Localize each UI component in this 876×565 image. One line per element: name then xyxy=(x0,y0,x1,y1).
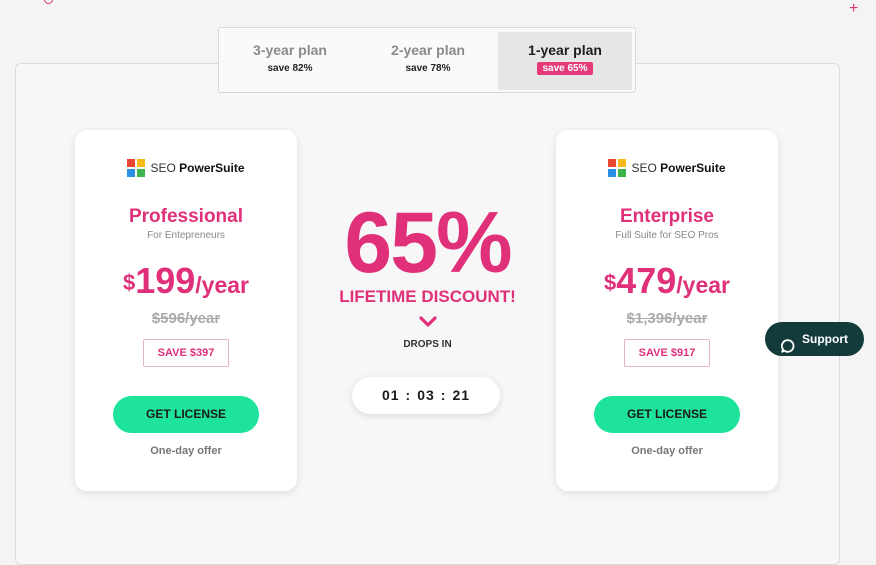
plan-name: Professional xyxy=(128,206,244,227)
tab-1-year-plan[interactable]: 1-year plan save 65% xyxy=(498,32,632,90)
tab-savings: save 78% xyxy=(405,63,451,74)
tab-label: 2-year plan xyxy=(391,42,465,58)
discount-block: 65% LIFETIME DISCOUNT! DROPS IN xyxy=(330,195,525,350)
pricing-card-enterprise: SEO PowerSuite Enterprise Full Suite for… xyxy=(556,130,778,491)
offer-note: One-day offer xyxy=(631,445,703,457)
old-price: $596/year xyxy=(151,310,221,327)
discount-percent: 65% xyxy=(344,195,512,291)
savings-badge: SAVE $917 xyxy=(624,339,710,367)
price: $199/year xyxy=(75,260,297,302)
price-amount: 479 xyxy=(616,260,677,301)
brand-prefix: SEO xyxy=(150,161,180,175)
timer-separator: : xyxy=(440,387,447,403)
pricing-card-professional: SEO PowerSuite Professional For Entepren… xyxy=(75,130,297,491)
brand-logo: SEO PowerSuite xyxy=(75,159,297,179)
savings-badge: SAVE $397 xyxy=(143,339,229,367)
brand-name: PowerSuite xyxy=(179,161,245,175)
timer-minutes: 03 xyxy=(417,387,435,403)
decorative-plus-icon: + xyxy=(849,0,859,17)
old-price: $1,396/year xyxy=(626,310,708,327)
price-currency: $ xyxy=(122,270,136,295)
powersuite-logo-icon xyxy=(127,159,146,177)
tab-savings: save 82% xyxy=(267,63,313,74)
tab-savings-badge: save 65% xyxy=(537,62,593,75)
timer-separator: : xyxy=(405,387,412,403)
price-currency: $ xyxy=(603,270,617,295)
decorative-ring xyxy=(44,0,53,4)
get-license-button[interactable]: GET LICENSE xyxy=(113,396,259,433)
brand-logo: SEO PowerSuite xyxy=(556,159,778,179)
price-period: /year xyxy=(676,272,731,298)
brand-name: PowerSuite xyxy=(660,161,726,175)
get-license-button[interactable]: GET LICENSE xyxy=(594,396,740,433)
support-label: Support xyxy=(802,332,848,346)
offer-note: One-day offer xyxy=(150,445,222,457)
tab-label: 1-year plan xyxy=(528,42,602,58)
support-chat-button[interactable]: Support xyxy=(765,322,864,356)
powersuite-logo-icon xyxy=(608,159,627,177)
price-period: /year xyxy=(195,272,250,298)
timer-hours: 01 xyxy=(381,387,400,403)
price-amount: 199 xyxy=(135,260,196,301)
brand-prefix: SEO xyxy=(631,161,661,175)
countdown-timer: 01:03:21 xyxy=(352,377,500,414)
tab-label: 3-year plan xyxy=(253,42,327,58)
price: $479/year xyxy=(556,260,778,302)
plan-subtitle: Full Suite for SEO Pros xyxy=(615,230,719,241)
plan-subtitle: For Entepreneurs xyxy=(147,230,225,241)
chevron-down-icon xyxy=(330,315,525,331)
chat-bubble-icon xyxy=(781,332,795,353)
drops-in-label: DROPS IN xyxy=(403,339,452,350)
plan-name: Enterprise xyxy=(620,206,714,227)
tab-2-year-plan[interactable]: 2-year plan save 78% xyxy=(361,32,495,90)
plan-switcher: 3-year plan save 82% 2-year plan save 78… xyxy=(218,27,636,93)
timer-seconds: 21 xyxy=(452,387,471,403)
discount-label: LIFETIME DISCOUNT! xyxy=(339,287,516,306)
tab-3-year-plan[interactable]: 3-year plan save 82% xyxy=(223,32,357,90)
